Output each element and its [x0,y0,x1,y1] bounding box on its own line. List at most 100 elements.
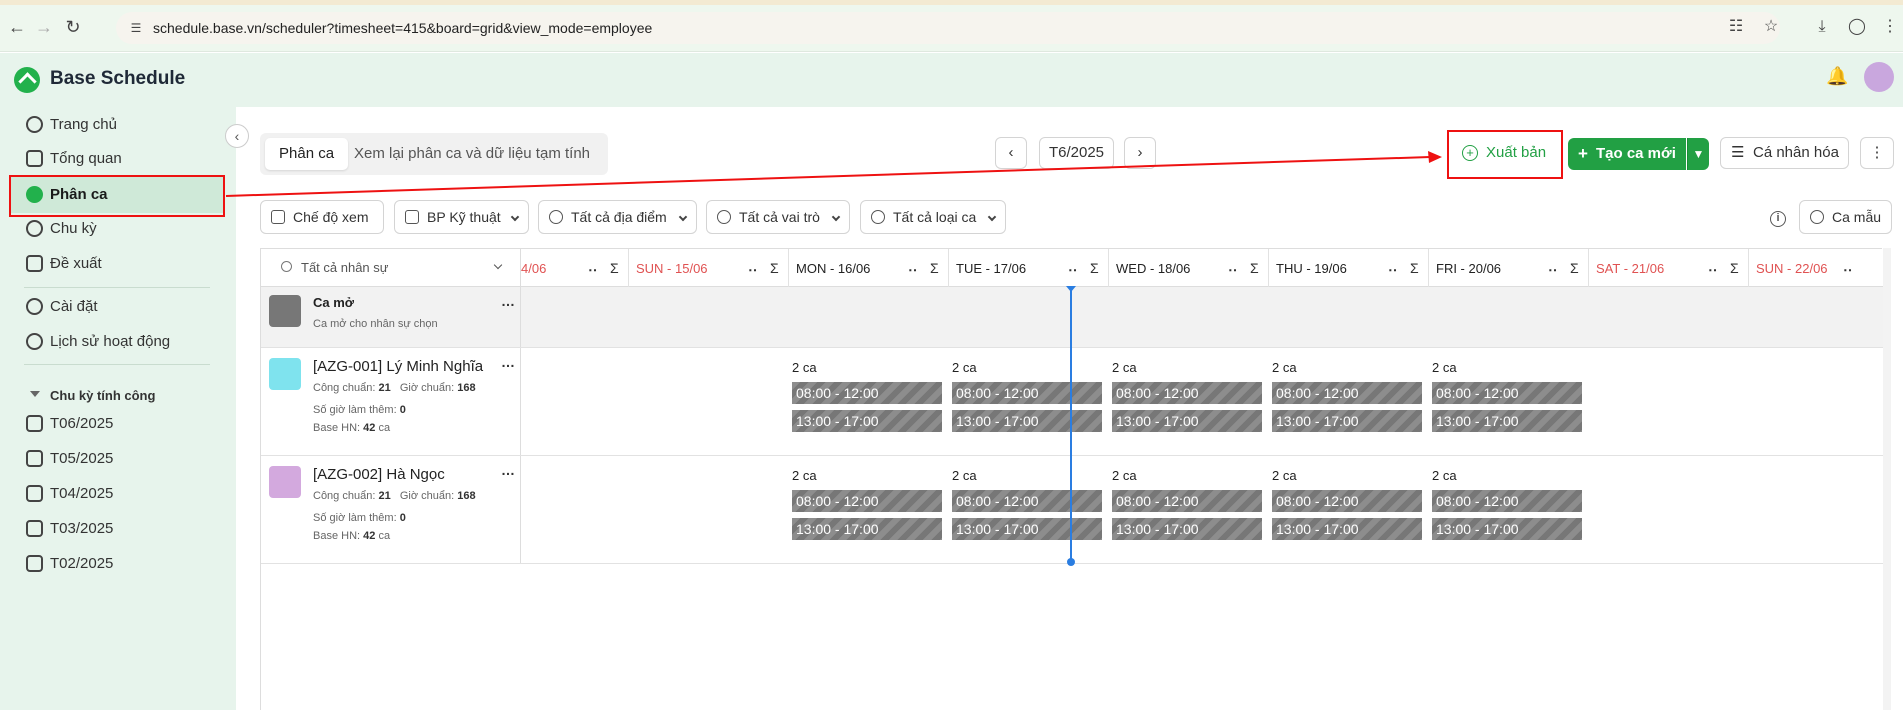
shift-block[interactable]: 13:00 - 17:00 [1272,410,1422,432]
sum-icon[interactable]: Σ [930,260,939,276]
prev-period-button[interactable]: ‹ [995,137,1027,169]
sidebar-item-activity-history[interactable]: Lịch sử hoạt động [0,325,236,359]
shift-block[interactable]: 08:00 - 12:00 [1112,490,1262,512]
browser-menu-icon[interactable]: ⋮ [1880,17,1900,37]
sum-icon[interactable]: Σ [1090,260,1099,276]
day-column-header[interactable]: 4/06 ‥ Σ [521,249,628,287]
forward-icon[interactable]: → [33,16,55,38]
create-shift-button[interactable]: + Tạo ca mới [1568,138,1686,170]
sidebar-item-settings[interactable]: Cài đặt [0,290,236,324]
app-logo-icon[interactable] [14,67,40,93]
shift-block[interactable]: 08:00 - 12:00 [792,382,942,404]
shift-block[interactable]: 13:00 - 17:00 [1432,518,1582,540]
shift-block[interactable]: 08:00 - 12:00 [952,490,1102,512]
tab-schedule[interactable]: Phân ca [265,138,349,170]
shift-block[interactable]: 13:00 - 17:00 [952,410,1102,432]
sidebar-period-item[interactable]: T05/2025 [0,442,236,476]
view-mode-filter[interactable]: Chế độ xem [260,200,384,234]
sidebar-period-item[interactable]: T06/2025 [0,407,236,441]
shift-block[interactable]: 08:00 - 12:00 [1432,490,1582,512]
sidebar-item-proposal[interactable]: Đề xuất [0,247,236,281]
sidebar-period-item[interactable]: T02/2025 [0,547,236,581]
period-selector[interactable]: T6/2025 [1039,137,1114,169]
user-avatar[interactable] [1864,62,1894,92]
day-column-header[interactable]: WED - 18/06 ‥ Σ [1108,249,1268,287]
sidebar-item-home[interactable]: Trang chủ [0,108,236,142]
tab-review[interactable]: Xem lại phân ca và dữ liệu tạm tính [340,138,604,170]
row-menu-icon[interactable]: … [501,354,515,370]
section-title-periods[interactable]: Chu kỳ tính công [50,388,155,403]
shift-count: 2 ca [1112,360,1137,375]
more-options-button[interactable]: ⋮ [1860,137,1894,169]
sidebar-item-cycle[interactable]: Chu kỳ [0,212,236,246]
shift-template-button[interactable]: Ca mẫu [1799,200,1892,234]
row-menu-icon[interactable]: … [501,462,515,478]
day-column-header[interactable]: SAT - 21/06 ‥ Σ [1588,249,1748,287]
day-column-header[interactable]: SUN - 15/06 ‥ Σ [628,249,788,287]
personalize-button[interactable]: ☰ Cá nhân hóa [1720,137,1849,169]
reload-icon[interactable]: ↻ [62,16,84,38]
shift-block[interactable]: 13:00 - 17:00 [792,410,942,432]
sidebar-period-item[interactable]: T03/2025 [0,512,236,546]
next-period-button[interactable]: › [1124,137,1156,169]
role-filter[interactable]: Tất cả vai trò [706,200,850,234]
column-menu-icon[interactable]: ‥ [1708,258,1717,275]
row-menu-icon[interactable]: … [501,293,515,309]
column-menu-icon[interactable]: ‥ [1548,258,1557,275]
site-settings-icon[interactable]: ☰ [126,18,146,38]
translate-icon[interactable]: ☷ [1726,17,1746,37]
department-filter[interactable]: BP Kỹ thuật [394,200,529,234]
column-menu-icon[interactable]: ‥ [1843,258,1852,275]
notification-bell-icon[interactable]: 🔔 [1826,66,1848,88]
location-filter[interactable]: Tất cả địa điểm [538,200,697,234]
shift-block[interactable]: 08:00 - 12:00 [1272,490,1422,512]
collapse-sidebar-button[interactable]: ‹ [225,124,249,148]
shift-block[interactable]: 08:00 - 12:00 [952,382,1102,404]
chevron-down-icon[interactable] [30,391,40,397]
shift-block[interactable]: 13:00 - 17:00 [1112,410,1262,432]
sum-icon[interactable]: Σ [770,260,779,276]
column-menu-icon[interactable]: ‥ [1388,258,1397,275]
grid-scrollbar[interactable] [1883,248,1891,710]
employee-name[interactable]: [AZG-002] Hà Ngọc [313,466,445,483]
create-shift-dropdown-button[interactable]: ▼ [1687,138,1709,170]
column-menu-icon[interactable]: ‥ [748,258,757,275]
shift-block[interactable]: 08:00 - 12:00 [1272,382,1422,404]
sum-icon[interactable]: Σ [610,260,619,276]
sum-icon[interactable]: Σ [1410,260,1419,276]
shift-type-filter[interactable]: Tất cả loại ca [860,200,1006,234]
day-column-header[interactable]: TUE - 17/06 ‥ Σ [948,249,1108,287]
back-icon[interactable]: ← [6,16,28,38]
sum-icon[interactable]: Σ [1570,260,1579,276]
app-title[interactable]: Base Schedule [50,68,185,90]
day-column-header[interactable]: SUN - 22/06 ‥ [1748,249,1883,287]
shift-block[interactable]: 13:00 - 17:00 [1432,410,1582,432]
sum-icon[interactable]: Σ [1250,260,1259,276]
shift-block[interactable]: 08:00 - 12:00 [1432,382,1582,404]
day-column-header[interactable]: MON - 16/06 ‥ Σ [788,249,948,287]
employee-search[interactable]: Tất cả nhân sự [261,249,521,287]
url-text[interactable]: schedule.base.vn/scheduler?timesheet=415… [153,20,652,36]
shift-block[interactable]: 13:00 - 17:00 [1112,518,1262,540]
shift-block[interactable]: 13:00 - 17:00 [952,518,1102,540]
column-menu-icon[interactable]: ‥ [588,258,597,275]
sidebar-item-overview[interactable]: Tổng quan [0,142,236,176]
employee-avatar[interactable] [269,466,301,498]
column-menu-icon[interactable]: ‥ [908,258,917,275]
shift-block[interactable]: 08:00 - 12:00 [1112,382,1262,404]
shift-block[interactable]: 13:00 - 17:00 [792,518,942,540]
bookmark-star-icon[interactable]: ☆ [1761,17,1781,37]
profile-icon[interactable]: ◯ [1847,17,1867,37]
employee-name[interactable]: [AZG-001] Lý Minh Nghĩa [313,358,483,375]
download-icon[interactable]: ⤓ [1812,17,1832,37]
sidebar-period-item[interactable]: T04/2025 [0,477,236,511]
day-column-header[interactable]: THU - 19/06 ‥ Σ [1268,249,1428,287]
employee-avatar[interactable] [269,358,301,390]
shift-block[interactable]: 08:00 - 12:00 [792,490,942,512]
day-column-header[interactable]: FRI - 20/06 ‥ Σ [1428,249,1588,287]
info-icon[interactable]: i [1770,211,1786,227]
column-menu-icon[interactable]: ‥ [1228,258,1237,275]
column-menu-icon[interactable]: ‥ [1068,258,1077,275]
shift-block[interactable]: 13:00 - 17:00 [1272,518,1422,540]
sum-icon[interactable]: Σ [1730,260,1739,276]
